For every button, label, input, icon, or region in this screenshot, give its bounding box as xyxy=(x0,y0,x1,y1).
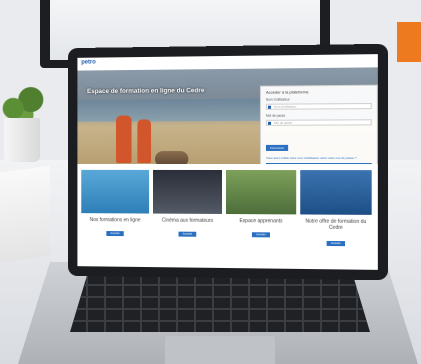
hero-title: Espace de formation en ligne du Cedre xyxy=(87,87,205,96)
hazmat-worker xyxy=(137,119,152,163)
card-label: Nos formations en ligne xyxy=(89,217,141,224)
laptop-keyboard-rows xyxy=(70,272,370,332)
card-label: Notre offre de formation du Cedre xyxy=(305,218,367,231)
site-logo[interactable]: petro xyxy=(81,60,95,66)
password-label: Mot de passe xyxy=(265,113,286,118)
card-offre[interactable]: Notre offre de formation du Cedre Accéde… xyxy=(300,170,372,268)
photo-scene: petro Espace de formation en ligne du Ce… xyxy=(0,0,421,364)
plant-pot xyxy=(4,118,40,162)
card-button[interactable]: Accéder xyxy=(326,240,346,247)
card-image xyxy=(153,169,223,214)
card-image xyxy=(225,170,297,215)
hazmat-worker xyxy=(116,115,132,163)
card-apprenants[interactable]: Espace apprenants Accéder xyxy=(225,170,297,267)
login-panel: Accéder à la plateforme Nom d'utilisateu… xyxy=(259,84,378,177)
background-keyboard xyxy=(0,165,50,265)
card-button[interactable]: Accéder xyxy=(251,232,270,238)
card-formateurs[interactable]: Cinéma aux formateurs Accéder xyxy=(153,169,223,266)
username-label: Nom d'utilisateur xyxy=(265,97,290,102)
cards-section: Nos formations en ligne Accéder Cinéma a… xyxy=(77,163,378,270)
card-button[interactable]: Accéder xyxy=(178,231,197,237)
lock-icon xyxy=(267,121,271,125)
forgot-password-link[interactable]: Vous avez oublié votre nom d'utilisateur… xyxy=(266,156,356,160)
laptop-screen: petro Espace de formation en ligne du Ce… xyxy=(77,54,378,270)
username-input[interactable]: Nom d'utilisateur xyxy=(265,103,372,110)
password-input[interactable]: Mot de passe xyxy=(265,119,372,126)
laptop-trackpad xyxy=(165,336,275,364)
user-icon xyxy=(267,105,271,109)
card-formations[interactable]: Nos formations en ligne Accéder xyxy=(81,169,150,265)
hero-banner: Espace de formation en ligne du Cedre Ac… xyxy=(77,67,378,177)
orange-accent-block xyxy=(397,22,421,62)
card-image xyxy=(81,169,150,214)
username-placeholder: Nom d'utilisateur xyxy=(274,104,297,109)
card-label: Cinéma aux formateurs xyxy=(161,217,214,224)
card-image xyxy=(300,170,372,215)
login-button[interactable]: Connexion xyxy=(265,144,289,151)
login-title: Accéder à la plateforme xyxy=(265,89,309,95)
card-label: Espace apprenants xyxy=(239,218,283,225)
card-button[interactable]: Accéder xyxy=(106,231,124,237)
password-placeholder: Mot de passe xyxy=(274,120,293,125)
laptop-lid: petro Espace de formation en ligne du Ce… xyxy=(67,43,389,281)
